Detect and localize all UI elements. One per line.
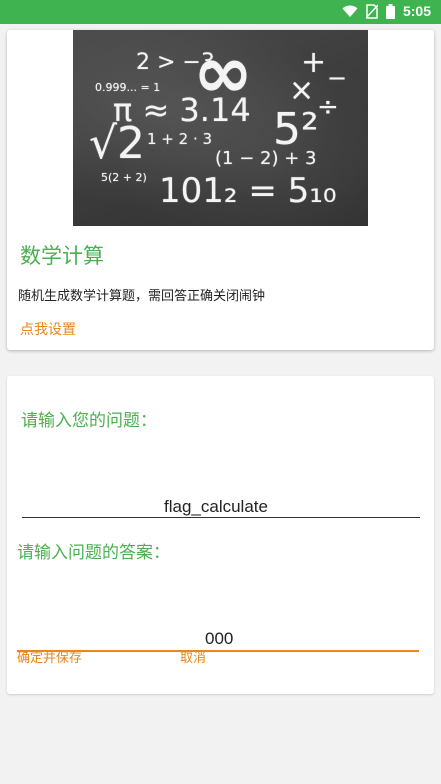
formula: 101₂ = 5₁₀ xyxy=(159,171,337,211)
formula: √2 xyxy=(89,118,146,169)
formula: 5(2 + 2) xyxy=(101,171,147,184)
feature-card[interactable]: 2 > −3 ∞ + − × ÷ 0.999... = 1 π ≈ 3.14 √… xyxy=(7,30,434,350)
settings-link[interactable]: 点我设置 xyxy=(20,319,76,339)
formula: − xyxy=(327,64,348,92)
no-sim-icon xyxy=(365,3,378,19)
battery-icon xyxy=(385,3,395,19)
formula: ÷ xyxy=(317,92,339,122)
question-form-card: 请输入您的问题： flag_calculate 请输入问题的答案： 000 确定… xyxy=(7,376,434,694)
wifi-icon xyxy=(342,5,358,18)
formula: 1 + 2 · 3 xyxy=(147,130,213,148)
question-input-underline xyxy=(22,517,420,518)
question-input[interactable]: flag_calculate xyxy=(162,497,270,517)
confirm-save-button[interactable]: 确定并保存 xyxy=(17,647,82,666)
formula: × xyxy=(289,73,315,108)
cancel-button[interactable]: 取消 xyxy=(180,647,206,666)
formula: (1 − 2) + 3 xyxy=(215,148,317,169)
answer-label: 请输入问题的答案： xyxy=(17,543,170,563)
math-chalkboard-image: 2 > −3 ∞ + − × ÷ 0.999... = 1 π ≈ 3.14 √… xyxy=(73,30,368,226)
status-time: 5:05 xyxy=(402,3,431,19)
formula: 5² xyxy=(273,104,319,155)
feature-title: 数学计算 xyxy=(20,244,104,268)
answer-input[interactable]: 000 xyxy=(203,629,235,649)
feature-description: 随机生成数学计算题，需回答正确关闭闹钟 xyxy=(18,289,266,304)
status-bar: 5:05 xyxy=(0,0,441,24)
question-label: 请输入您的问题： xyxy=(21,411,157,431)
